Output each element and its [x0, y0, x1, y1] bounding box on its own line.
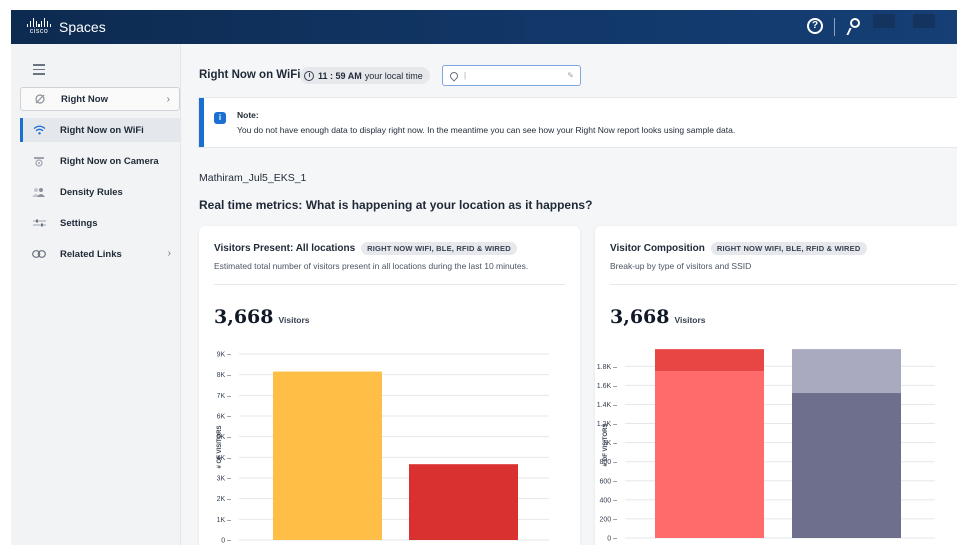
- bar: [409, 464, 518, 540]
- cisco-logo[interactable]: cisco: [27, 17, 51, 37]
- location-pin-icon: [448, 69, 460, 82]
- visitor-count: 3,668: [610, 306, 670, 328]
- chevron-right-icon: ›: [166, 94, 170, 105]
- note-text: You do not have enough data to display r…: [237, 125, 736, 135]
- visitor-total: 3,668 Visitors: [610, 306, 706, 328]
- spaces-icon: [33, 93, 47, 105]
- top-bar: cisco Spaces ?: [11, 10, 957, 44]
- bar-segment: [792, 349, 901, 394]
- y-tick-label: 600 –: [599, 478, 617, 485]
- sidebar-item-label: Right Now on WiFi: [60, 124, 144, 136]
- sidebar-item-label: Density Rules: [60, 186, 123, 198]
- note-title: Note:: [237, 110, 259, 120]
- help-icon[interactable]: ?: [807, 18, 823, 34]
- visitor-composition-chart: 0 –200 –400 –600 –800 –1K –1.2K –1.4K –1…: [597, 349, 935, 543]
- time-suffix: your local time: [364, 70, 423, 81]
- y-tick-label: 1K –: [217, 517, 232, 524]
- wifi-icon: [32, 124, 46, 136]
- visitor-unit: Visitors: [674, 315, 706, 325]
- source-tag: RIGHT NOW WIFI, BLE, RFID & WIRED: [361, 242, 517, 255]
- pencil-icon[interactable]: ✎: [567, 71, 574, 80]
- y-axis-label: # OF VISITORS: [217, 426, 223, 469]
- header-divider: [834, 18, 835, 36]
- clock-icon: [304, 70, 314, 81]
- y-tick-label: 2K –: [217, 496, 232, 503]
- bar-segment: [655, 371, 764, 538]
- time-value: 11 : 59 AM: [318, 70, 362, 81]
- sliders-icon: [32, 217, 46, 229]
- visitors-present-chart: 0 –1K –2K –3K –4K –5K –6K –7K –8K –9K –#…: [217, 352, 549, 545]
- sidebar-item-right-now-wifi[interactable]: Right Now on WiFi: [20, 118, 180, 142]
- app-window: cisco Spaces ? Right Now › Right Now on …: [11, 10, 957, 545]
- bar-segment: [792, 393, 901, 538]
- app-name: Spaces: [59, 19, 106, 35]
- hamburger-menu-icon[interactable]: [33, 64, 45, 78]
- visitor-unit: Visitors: [278, 315, 310, 325]
- location-search-input[interactable]: | ✎: [442, 65, 581, 86]
- sidebar-item-density-rules[interactable]: Density Rules: [20, 180, 180, 204]
- y-tick-label: 1.4K –: [597, 402, 617, 409]
- y-tick-label: 400 –: [599, 497, 617, 504]
- info-icon: i: [214, 112, 226, 124]
- y-tick-label: 9K –: [217, 352, 232, 359]
- bar-segment: [655, 349, 764, 372]
- camera-icon: [32, 155, 46, 167]
- main-content: Right Now on WiFi 11 : 59 AM your local …: [181, 44, 957, 545]
- y-tick-label: 0 –: [607, 536, 617, 543]
- y-axis-label: # OF VISITORS: [603, 424, 609, 467]
- visitors-present-card: Visitors Present: All locations RIGHT NO…: [199, 226, 580, 545]
- sidebar-item-label: Right Now on Camera: [60, 155, 159, 167]
- local-time-badge: 11 : 59 AM your local time: [300, 67, 430, 84]
- user-icon[interactable]: [846, 17, 863, 35]
- visitor-count: 3,668: [214, 306, 274, 328]
- page-title: Right Now on WiFi: [199, 69, 301, 81]
- cisco-bars-icon: [27, 17, 51, 27]
- sidebar-item-label: Settings: [60, 217, 98, 229]
- sidebar-item-right-now[interactable]: Right Now ›: [20, 87, 180, 111]
- y-tick-label: 1.8K –: [597, 364, 617, 371]
- sidebar-item-related-links[interactable]: Related Links ›: [20, 242, 180, 266]
- y-tick-label: 1.6K –: [597, 383, 617, 390]
- card-divider: [214, 284, 565, 285]
- y-tick-label: 6K –: [217, 414, 232, 421]
- card-title: Visitor Composition: [610, 243, 705, 254]
- link-icon: [32, 248, 46, 260]
- card-subtitle: Estimated total number of visitors prese…: [214, 261, 529, 271]
- card-subtitle: Break-up by type of visitors and SSID: [610, 261, 752, 271]
- section-title: Real time metrics: What is happening at …: [199, 198, 593, 212]
- bar: [273, 371, 382, 540]
- redacted-area: [913, 14, 935, 28]
- sidebar-item-right-now-camera[interactable]: Right Now on Camera: [20, 149, 180, 173]
- sidebar: Right Now › Right Now on WiFi Right Now …: [11, 44, 181, 545]
- y-tick-label: 0 –: [221, 538, 231, 545]
- y-tick-label: 200 –: [599, 516, 617, 523]
- sidebar-item-label: Related Links: [60, 248, 122, 260]
- location-name: Mathiram_Jul5_EKS_1: [199, 172, 307, 184]
- people-icon: [32, 186, 46, 198]
- note-banner: i Note: You do not have enough data to d…: [199, 98, 957, 147]
- card-divider: [610, 284, 957, 285]
- logo-text: cisco: [29, 28, 49, 35]
- card-title: Visitors Present: All locations: [214, 243, 356, 254]
- sidebar-item-label: Right Now: [61, 93, 108, 105]
- visitor-total: 3,668 Visitors: [214, 306, 310, 328]
- redacted-area: [873, 14, 895, 28]
- y-tick-label: 7K –: [217, 393, 232, 400]
- sidebar-item-settings[interactable]: Settings: [20, 211, 180, 235]
- y-tick-label: 8K –: [217, 372, 232, 379]
- chevron-right-icon: ›: [167, 248, 171, 259]
- input-value: |: [464, 71, 467, 80]
- visitor-composition-card: Visitor Composition RIGHT NOW WIFI, BLE,…: [595, 226, 957, 545]
- source-tag: RIGHT NOW WIFI, BLE, RFID & WIRED: [710, 242, 867, 255]
- y-tick-label: 3K –: [217, 476, 232, 483]
